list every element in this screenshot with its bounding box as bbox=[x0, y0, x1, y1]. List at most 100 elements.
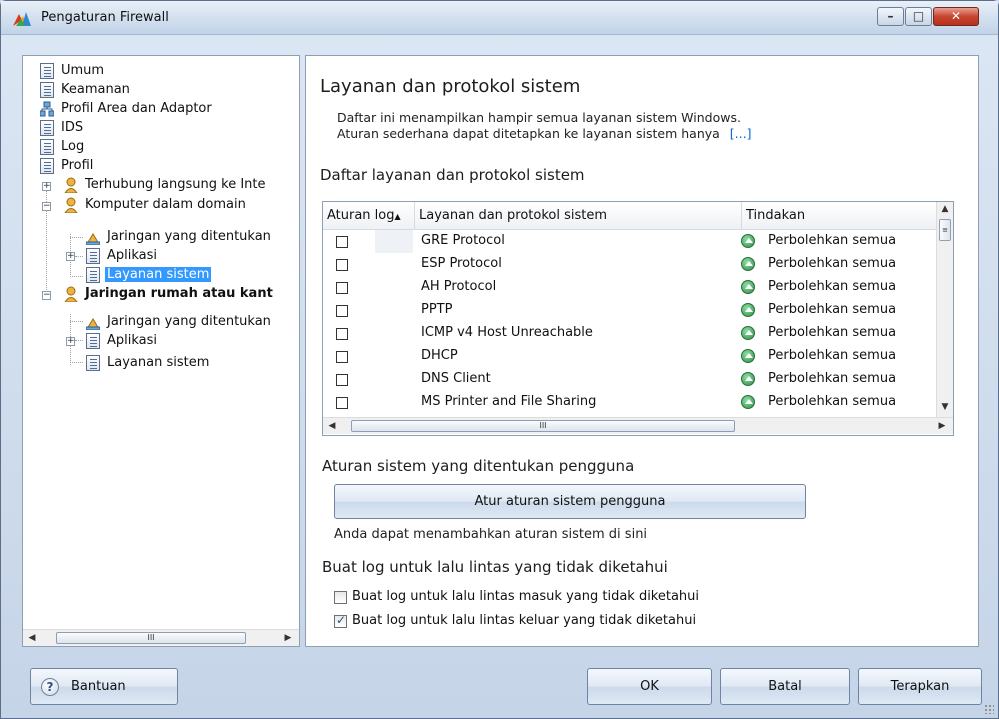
user-rules-hint: Anda dapat menambahkan aturan sistem di … bbox=[334, 527, 648, 542]
table-row[interactable]: AH Protocol Perbolehkan semua S bbox=[323, 276, 948, 299]
tree-item-label: IDS bbox=[61, 120, 84, 135]
document-icon bbox=[40, 158, 54, 174]
checkbox-box[interactable] bbox=[334, 591, 347, 604]
tree-item-label: Aplikasi bbox=[107, 333, 158, 348]
help-button[interactable]: ? Bantuan bbox=[30, 668, 178, 705]
help-label: Bantuan bbox=[71, 679, 126, 694]
services-list-heading: Daftar layanan dan protokol sistem bbox=[320, 166, 585, 184]
table-horizontal-scrollbar[interactable]: ◀ III ▶ bbox=[323, 417, 953, 434]
more-link[interactable]: [...] bbox=[730, 126, 752, 141]
tree-connector bbox=[75, 256, 83, 257]
set-user-rules-button[interactable]: Atur aturan sistem pengguna bbox=[334, 484, 806, 519]
tree-horizontal-scrollbar[interactable]: ◀ III ▶ bbox=[23, 629, 299, 646]
description-text: Aturan sederhana dapat ditetapkan ke lay… bbox=[337, 126, 720, 141]
table-row[interactable]: DHCP Perbolehkan semua S bbox=[323, 345, 948, 368]
firewall-settings-window: Pengaturan Firewall – □ ✕ Umum Keamanan bbox=[0, 0, 999, 719]
table-vertical-scrollbar[interactable]: ▲ ≡ ▼ bbox=[936, 202, 953, 417]
scroll-up-icon[interactable]: ▲ bbox=[939, 204, 951, 214]
allow-icon bbox=[741, 257, 755, 271]
checkbox-label: Buat log untuk lalu lintas masuk yang ti… bbox=[352, 589, 700, 604]
scroll-left-icon[interactable]: ◀ bbox=[325, 420, 339, 432]
tree-connector bbox=[70, 362, 83, 363]
tree-connector bbox=[46, 182, 47, 292]
apply-button[interactable]: Terapkan bbox=[858, 668, 982, 705]
log-checkbox[interactable] bbox=[336, 282, 348, 294]
description-line-1: Daftar ini menampilkan hampir semua laya… bbox=[337, 110, 741, 125]
action-value: Perbolehkan semua bbox=[768, 256, 897, 271]
scroll-down-icon[interactable]: ▼ bbox=[939, 402, 951, 412]
tree-item-label: Layanan sistem bbox=[107, 355, 210, 370]
allow-icon bbox=[741, 395, 755, 409]
service-name: AH Protocol bbox=[421, 279, 497, 294]
service-name: ESP Protocol bbox=[421, 256, 502, 271]
table-row[interactable]: ICMP v4 Host Unreachable Perbolehkan sem… bbox=[323, 322, 948, 345]
document-icon bbox=[40, 63, 54, 79]
action-value: Perbolehkan semua bbox=[768, 302, 897, 317]
maximize-button[interactable]: □ bbox=[905, 7, 932, 26]
scrollbar-thumb[interactable]: III bbox=[56, 632, 246, 644]
document-icon bbox=[86, 248, 100, 264]
log-checkbox[interactable] bbox=[336, 305, 348, 317]
scroll-right-icon[interactable]: ▶ bbox=[935, 420, 949, 432]
expand-toggle[interactable]: + bbox=[66, 252, 75, 261]
settings-tree[interactable]: Umum Keamanan Profil Area dan Adaptor ID… bbox=[22, 55, 300, 647]
log-checkbox[interactable] bbox=[336, 236, 348, 248]
maximize-icon: □ bbox=[912, 9, 925, 23]
window-title: Pengaturan Firewall bbox=[41, 10, 169, 25]
scrollbar-thumb[interactable]: ≡ bbox=[939, 219, 951, 241]
column-header-service[interactable]: Layanan dan protokol sistem bbox=[415, 202, 742, 230]
log-checkbox[interactable] bbox=[336, 328, 348, 340]
close-button[interactable]: ✕ bbox=[933, 7, 979, 26]
scroll-right-icon[interactable]: ▶ bbox=[281, 632, 295, 644]
allow-icon bbox=[741, 349, 755, 363]
column-header-action[interactable]: Tindakan bbox=[742, 202, 937, 230]
tree-item-label: Layanan sistem bbox=[105, 267, 212, 282]
allow-icon bbox=[741, 326, 755, 340]
log-checkbox[interactable] bbox=[336, 259, 348, 271]
allow-icon bbox=[741, 303, 755, 317]
minimize-button[interactable]: – bbox=[877, 7, 904, 26]
table-row[interactable]: PPTP Perbolehkan semua S bbox=[323, 299, 948, 322]
collapse-toggle[interactable]: − bbox=[42, 291, 51, 300]
log-checkbox[interactable] bbox=[336, 351, 348, 363]
unknown-traffic-heading: Buat log untuk lalu lintas yang tidak di… bbox=[322, 558, 668, 576]
tree-item-label: Jaringan yang ditentukan bbox=[107, 229, 271, 244]
ok-button[interactable]: OK bbox=[587, 668, 712, 705]
allow-icon bbox=[741, 280, 755, 294]
expand-toggle[interactable]: + bbox=[42, 182, 51, 191]
scroll-left-icon[interactable]: ◀ bbox=[25, 632, 39, 644]
document-icon bbox=[40, 120, 54, 136]
column-header-label: Aturan log bbox=[327, 208, 395, 223]
user-icon bbox=[64, 177, 78, 193]
tree-item-label: Komputer dalam domain bbox=[85, 197, 246, 212]
tree-item-label: Profil bbox=[61, 158, 94, 173]
user-icon bbox=[64, 197, 78, 213]
column-header-log[interactable]: Aturan log▲ bbox=[323, 202, 415, 230]
table-header: Aturan log▲ Layanan dan protokol sistem … bbox=[323, 202, 953, 230]
service-name: MS Printer and File Sharing bbox=[421, 394, 597, 409]
tree-item-label: Profil Area dan Adaptor bbox=[61, 101, 212, 116]
allow-icon bbox=[741, 234, 755, 248]
log-checkbox[interactable] bbox=[336, 374, 348, 386]
cancel-button[interactable]: Batal bbox=[720, 668, 850, 705]
log-checkbox[interactable] bbox=[336, 397, 348, 409]
tree-connector bbox=[70, 276, 83, 277]
scrollbar-thumb[interactable]: III bbox=[351, 420, 735, 432]
table-row[interactable]: DNS Client Perbolehkan semua S bbox=[323, 368, 948, 391]
expand-toggle[interactable]: + bbox=[66, 337, 75, 346]
title-bar[interactable]: Pengaturan Firewall – □ ✕ bbox=[1, 1, 998, 35]
document-icon bbox=[40, 139, 54, 155]
table-row[interactable]: GRE Protocol Perbolehkan semua S bbox=[323, 230, 948, 253]
checkbox-box[interactable] bbox=[334, 613, 347, 628]
services-table[interactable]: Aturan log▲ Layanan dan protokol sistem … bbox=[322, 201, 954, 436]
action-value: Perbolehkan semua bbox=[768, 233, 897, 248]
action-value: Perbolehkan semua bbox=[768, 371, 897, 386]
description-line-2: Aturan sederhana dapat ditetapkan ke lay… bbox=[337, 126, 751, 141]
resize-grip[interactable] bbox=[984, 704, 994, 714]
collapse-toggle[interactable]: − bbox=[42, 202, 51, 211]
service-name: GRE Protocol bbox=[421, 233, 505, 248]
tree-item-label: Keamanan bbox=[61, 82, 130, 97]
table-row[interactable]: ESP Protocol Perbolehkan semua S bbox=[323, 253, 948, 276]
table-row[interactable]: MS Printer and File Sharing Perbolehkan … bbox=[323, 391, 948, 414]
tree-connector bbox=[75, 340, 83, 341]
